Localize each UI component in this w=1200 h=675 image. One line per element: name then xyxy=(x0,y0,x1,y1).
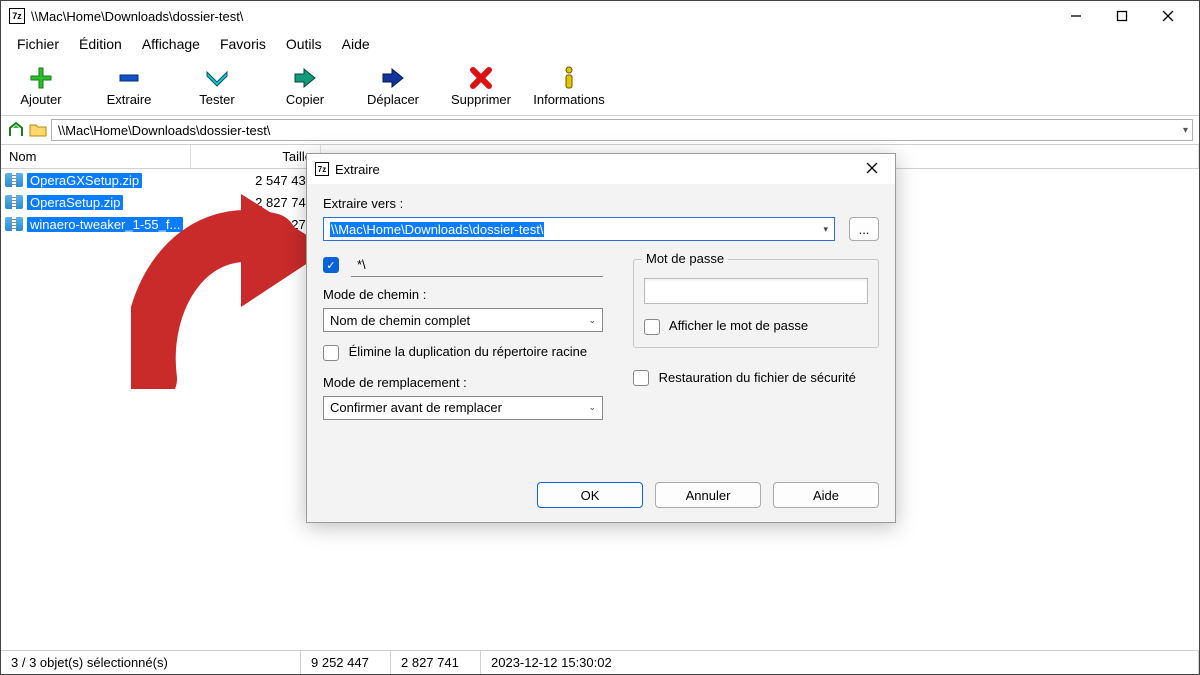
delete-label: Supprimer xyxy=(451,92,511,107)
subdir-field[interactable]: *\ xyxy=(351,253,603,277)
chevron-down-icon[interactable]: ▾ xyxy=(1183,125,1188,136)
password-legend: Mot de passe xyxy=(642,251,728,266)
help-button[interactable]: Aide xyxy=(773,482,879,508)
close-button[interactable] xyxy=(1145,1,1191,31)
x-icon xyxy=(467,66,495,90)
move-label: Déplacer xyxy=(367,92,419,107)
password-group: Mot de passe Afficher le mot de passe xyxy=(633,259,879,348)
archive-icon xyxy=(5,217,23,231)
arrow-right-move-icon xyxy=(379,66,407,90)
file-name: winaero-tweaker_1-55_f... xyxy=(27,217,183,232)
extract-to-label: Extraire vers : xyxy=(323,196,879,211)
status-sel-size: 2 827 741 xyxy=(391,651,481,674)
add-label: Ajouter xyxy=(20,92,61,107)
menu-help[interactable]: Aide xyxy=(332,33,380,55)
archive-icon xyxy=(5,173,23,187)
add-button[interactable]: Ajouter xyxy=(11,66,71,107)
chevron-down-icon[interactable]: ⌄ xyxy=(588,315,596,326)
archive-icon xyxy=(5,195,23,209)
extract-to-field[interactable]: \\Mac\Home\Downloads\dossier-test\ ▾ xyxy=(323,217,835,241)
show-password-checkbox[interactable] xyxy=(644,319,660,335)
up-folder-icon[interactable] xyxy=(7,121,25,139)
minimize-button[interactable] xyxy=(1053,1,1099,31)
test-label: Tester xyxy=(199,92,234,107)
titlebar: 7z \\Mac\Home\Downloads\dossier-test\ xyxy=(1,1,1199,31)
path-value: \\Mac\Home\Downloads\dossier-test\ xyxy=(58,123,270,138)
extract-to-value: \\Mac\Home\Downloads\dossier-test\ xyxy=(330,222,544,237)
copy-button[interactable]: Copier xyxy=(275,66,335,107)
window-title: \\Mac\Home\Downloads\dossier-test\ xyxy=(31,9,1053,24)
check-icon xyxy=(203,66,231,90)
chevron-down-icon[interactable]: ⌄ xyxy=(588,402,596,413)
file-name: OperaSetup.zip xyxy=(27,195,123,210)
chevron-down-icon[interactable]: ▾ xyxy=(823,224,828,235)
extract-dialog: 7z Extraire Extraire vers : \\Mac\Home\D… xyxy=(306,153,896,523)
menu-fav[interactable]: Favoris xyxy=(210,33,276,55)
copy-label: Copier xyxy=(286,92,324,107)
path-field[interactable]: \\Mac\Home\Downloads\dossier-test\ ▾ xyxy=(51,119,1193,141)
subdir-value: *\ xyxy=(357,257,366,272)
maximize-button[interactable] xyxy=(1099,1,1145,31)
minus-icon xyxy=(115,66,143,90)
dialog-title: Extraire xyxy=(335,162,857,177)
browse-button[interactable]: ... xyxy=(849,217,879,241)
column-name[interactable]: Nom xyxy=(1,145,191,168)
show-password-label: Afficher le mot de passe xyxy=(669,318,808,333)
close-icon xyxy=(866,162,878,174)
path-mode-value: Nom de chemin complet xyxy=(330,313,470,328)
eliminate-dup-label: Élimine la duplication du répertoire rac… xyxy=(349,344,587,359)
status-total: 9 252 447 xyxy=(301,651,391,674)
file-name: OperaGXSetup.zip xyxy=(27,173,142,188)
path-mode-select[interactable]: Nom de chemin complet ⌄ xyxy=(323,308,603,332)
status-selection: 3 / 3 objet(s) sélectionné(s) xyxy=(1,651,301,674)
cancel-button[interactable]: Annuler xyxy=(655,482,761,508)
info-button[interactable]: Informations xyxy=(539,66,599,107)
overwrite-value: Confirmer avant de remplacer xyxy=(330,400,502,415)
password-field[interactable] xyxy=(644,278,868,304)
plus-icon xyxy=(27,66,55,90)
app-icon: 7z xyxy=(9,8,25,24)
arrow-right-copy-icon xyxy=(291,66,319,90)
extract-label: Extraire xyxy=(107,92,152,107)
dialog-close-button[interactable] xyxy=(857,161,887,177)
status-date: 2023-12-12 15:30:02 xyxy=(481,651,1199,674)
overwrite-label: Mode de remplacement : xyxy=(323,375,603,390)
overwrite-select[interactable]: Confirmer avant de remplacer ⌄ xyxy=(323,396,603,420)
statusbar: 3 / 3 objet(s) sélectionné(s) 9 252 447 … xyxy=(1,650,1199,674)
menu-edit[interactable]: Édition xyxy=(69,33,132,55)
path-mode-label: Mode de chemin : xyxy=(323,287,603,302)
toolbar: Ajouter Extraire Tester Copier Déplacer … xyxy=(1,57,1199,115)
info-label: Informations xyxy=(533,92,605,107)
file-size: 2 547 431 xyxy=(191,173,321,188)
ok-button[interactable]: OK xyxy=(537,482,643,508)
move-button[interactable]: Déplacer xyxy=(363,66,423,107)
seven-zip-window: 7z \\Mac\Home\Downloads\dossier-test\ Fi… xyxy=(0,0,1200,675)
test-button[interactable]: Tester xyxy=(187,66,247,107)
info-icon xyxy=(555,66,583,90)
menu-tools[interactable]: Outils xyxy=(276,33,332,55)
column-size[interactable]: Taille xyxy=(191,145,321,168)
file-size: 3 877 275 xyxy=(191,217,321,232)
folder-icon xyxy=(29,122,47,138)
file-size: 2 827 741 xyxy=(191,195,321,210)
restore-security-checkbox[interactable] xyxy=(633,370,649,386)
menubar: Fichier Édition Affichage Favoris Outils… xyxy=(1,31,1199,57)
eliminate-dup-checkbox[interactable] xyxy=(323,345,339,361)
app-icon: 7z xyxy=(315,162,329,176)
subdir-checkbox[interactable]: ✓ xyxy=(323,257,339,273)
extract-button[interactable]: Extraire xyxy=(99,66,159,107)
menu-file[interactable]: Fichier xyxy=(7,33,69,55)
pathbar: \\Mac\Home\Downloads\dossier-test\ ▾ xyxy=(1,115,1199,145)
delete-button[interactable]: Supprimer xyxy=(451,66,511,107)
dialog-titlebar: 7z Extraire xyxy=(307,154,895,184)
restore-security-label: Restauration du fichier de sécurité xyxy=(659,370,856,385)
menu-view[interactable]: Affichage xyxy=(132,33,210,55)
